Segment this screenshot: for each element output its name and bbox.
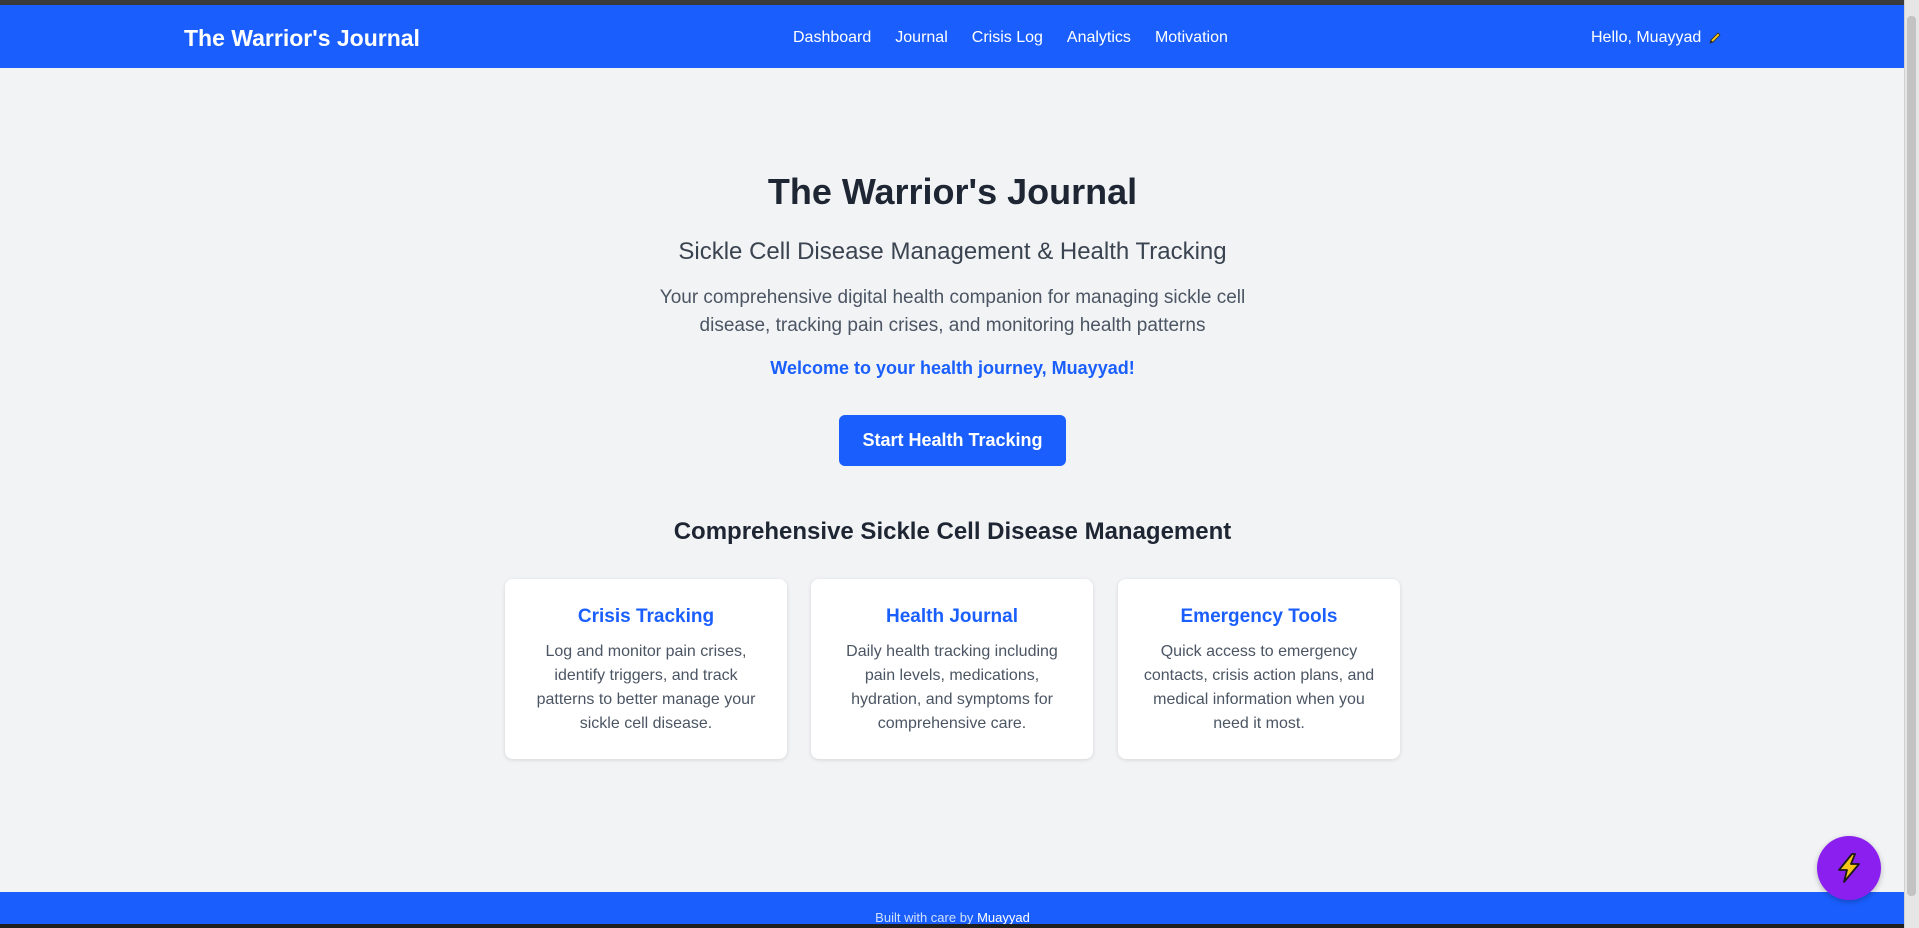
- card-title: Health Journal: [886, 606, 1018, 627]
- card-title: Crisis Tracking: [577, 606, 715, 627]
- brand-logo[interactable]: The Warrior's Journal: [184, 25, 420, 52]
- card-line: Quick access to emergency: [1160, 643, 1358, 660]
- footer: Built with care by Muayyad: [0, 892, 1905, 928]
- welcome-message: Welcome to your health journey, Muayyad!: [770, 358, 1135, 378]
- quick-action-button[interactable]: [1817, 836, 1881, 900]
- nav-link-dashboard[interactable]: Dashboard: [793, 29, 871, 47]
- scrollbar-thumb[interactable]: [1907, 16, 1916, 896]
- footer-credit: Built with care by Muayyad: [0, 910, 1905, 925]
- nav-link-analytics[interactable]: Analytics: [1067, 29, 1131, 47]
- lightning-icon: [1838, 853, 1860, 883]
- taskbar-edge: [0, 924, 1905, 928]
- card-title: Emergency Tools: [1180, 606, 1338, 627]
- card-line: medical information when you: [1153, 691, 1365, 708]
- card-line: contacts, crisis action plans, and: [1143, 667, 1375, 684]
- footer-prefix: Built with care by: [875, 910, 974, 925]
- hero-subtitle: Sickle Cell Disease Management & Health …: [678, 238, 1227, 265]
- hero-description-line: Your comprehensive digital health compan…: [659, 287, 1246, 308]
- card-line: patterns to better manage your: [536, 691, 756, 708]
- feature-card-crisis-tracking: Crisis Tracking Log and monitor pain cri…: [505, 579, 787, 759]
- nav-link-crisis-log[interactable]: Crisis Log: [972, 29, 1043, 47]
- hero-title: The Warrior's Journal: [767, 171, 1138, 212]
- card-line: Log and monitor pain crises,: [545, 643, 747, 660]
- card-line: hydration, and symptoms for: [851, 691, 1053, 708]
- card-description: Quick access to emergency contacts, cris…: [1142, 640, 1376, 736]
- greeting-text: Hello, Muayyad: [1591, 29, 1702, 46]
- hero-description-line: disease, tracking pain crises, and monit…: [699, 315, 1206, 336]
- card-line: need it most.: [1213, 715, 1305, 732]
- card-description: Log and monitor pain crises, identify tr…: [529, 640, 763, 736]
- card-line: Daily health tracking including: [846, 643, 1058, 660]
- features-title: Comprehensive Sickle Cell Disease Manage…: [673, 518, 1232, 545]
- card-line: pain levels, medications,: [864, 667, 1040, 684]
- start-health-tracking-button[interactable]: Start Health Tracking: [839, 415, 1066, 466]
- footer-author[interactable]: Muayyad: [977, 910, 1030, 925]
- hero-description: Your comprehensive digital health compan…: [0, 284, 1905, 340]
- feature-card-health-journal: Health Journal Daily health tracking inc…: [811, 579, 1093, 759]
- card-line: identify triggers, and track: [554, 667, 738, 684]
- feature-card-emergency-tools: Emergency Tools Quick access to emergenc…: [1118, 579, 1400, 759]
- scrollbar[interactable]: [1904, 0, 1919, 928]
- pencil-icon: [1707, 30, 1723, 46]
- card-line: comprehensive care.: [877, 715, 1027, 732]
- nav-links: Dashboard Journal Crisis Log Analytics M…: [793, 29, 1228, 47]
- user-greeting[interactable]: Hello, Muayyad: [1591, 29, 1723, 47]
- nav-link-journal[interactable]: Journal: [895, 29, 947, 47]
- nav-link-motivation[interactable]: Motivation: [1155, 29, 1228, 47]
- card-description: Daily health tracking including pain lev…: [835, 640, 1069, 736]
- card-line: sickle cell disease.: [579, 715, 713, 732]
- navbar: The Warrior's Journal Dashboard Journal …: [0, 5, 1905, 68]
